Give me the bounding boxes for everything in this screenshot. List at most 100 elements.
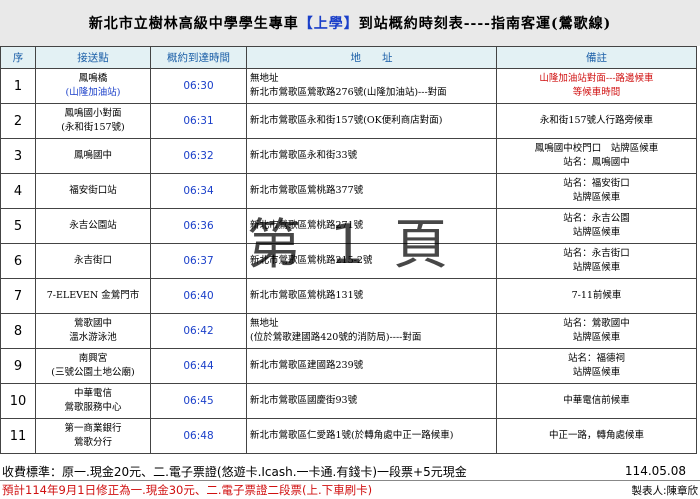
fare-change-notice: 預計114年9月1日修正為一.現金30元、二.電子票證二段票(上.下車刷卡) xyxy=(2,483,373,497)
stop-line: 溫水游泳池 xyxy=(69,332,117,343)
stop-line: 永吉街口 xyxy=(73,255,112,266)
stop-line: 中華電信 xyxy=(73,388,112,399)
fee-standard: 收費標準：原一.現金20元、二.電子票證(悠遊卡.Icash.一卡通.有錢卡)一… xyxy=(2,464,467,479)
stop-line: (永和街157號) xyxy=(61,122,125,133)
row-time: 06:44 xyxy=(150,348,247,384)
table-row: 10 中華電信 鶯歌服務中心 06:45 新北市鶯歌區國慶街93號 中華電信前候車 xyxy=(0,383,697,419)
table-row: 11 第一商業銀行 鶯歌分行 06:48 新北市鶯歌區仁愛路1號(於轉角處中正一路候車)… xyxy=(0,418,697,454)
row-seq: 11 xyxy=(0,418,36,454)
table-row: 5 永吉公園站 06:36 新北市鶯歌區鶯桃路271號 站名：永吉公園 站牌區候車 xyxy=(0,208,697,244)
row-note: 站名：福德祠 站牌區候車 xyxy=(496,348,697,384)
row-time: 06:48 xyxy=(150,418,247,454)
stop-line: 鳳鳴國小對面 xyxy=(64,108,122,119)
note-line: 中華電信前候車 xyxy=(563,395,630,406)
table-row: 2 鳳鳴國小對面 (永和街157號) 06:31 新北市鶯歌區永和街157號(OK便利商… xyxy=(0,103,697,139)
addr-line: 新北市鶯歌區仁愛路1號(於轉角處中正一路候車) xyxy=(250,430,454,441)
row-stop: 鳳鳴國中 xyxy=(35,138,151,174)
row-stop: 南興宮 (三號公園土地公廟) xyxy=(35,348,151,384)
stop-line: 7-ELEVEN 金鶯門市 xyxy=(46,290,140,301)
row-note: 山隆加油站對面---路邊候車 等候車時間 xyxy=(496,68,697,104)
row-time: 06:45 xyxy=(150,383,247,419)
row-time: 06:37 xyxy=(150,243,247,279)
row-seq: 6 xyxy=(0,243,36,279)
row-note: 站名：福安街口 站牌區候車 xyxy=(496,173,697,209)
note-line: 站牌區候車 xyxy=(572,227,621,238)
title-prefix: 新北市立樹林高級中學學生專車 xyxy=(88,16,299,32)
table-row: 3 鳳鳴國中 06:32 新北市鶯歌區永和街33號 鳳鳴國中校門口 站牌區候車 站名：鳳鳴… xyxy=(0,138,697,174)
header-stop: 接送點 xyxy=(35,46,151,69)
addr-line: 新北市鶯歌區鶯桃路271號 xyxy=(250,220,364,231)
row-note: 7-11前候車 xyxy=(496,278,697,314)
row-time: 06:40 xyxy=(150,278,247,314)
row-stop: 中華電信鶯歌服務中心 xyxy=(35,383,151,419)
stop-line: 南興宮 xyxy=(78,353,108,364)
header-row: 序 接送點 概約到達時間 地 址 備註 xyxy=(0,46,697,69)
stop-line: 福安街口站 xyxy=(69,185,117,196)
stop-line: (三號公園土地公廟) xyxy=(51,367,135,378)
row-address: 新北市鶯歌區國慶街93號 xyxy=(246,383,497,419)
note-line: 站牌區候車 xyxy=(572,367,621,378)
row-seq: 3 xyxy=(0,138,36,174)
note-line: 站牌區候車 xyxy=(572,332,621,343)
table-row: 6 永吉街口 06:37 新北市鶯歌區鶯桃路215-2號 站名：永吉街口 站牌區候車 xyxy=(0,243,697,279)
row-note: 站名：永吉街口 站牌區候車 xyxy=(496,243,697,279)
row-address: 新北市鶯歌區鶯桃路271號 xyxy=(246,208,497,244)
stop-line: 永吉公園站 xyxy=(69,220,117,231)
revision-date: 114.05.08 xyxy=(624,464,686,478)
note-line: 站名：永吉公園 xyxy=(563,213,630,224)
table-row: 8 鶯歌國中 溫水游泳池 06:42 無地址 (位於鶯歌建國路420號的消防局)----對… xyxy=(0,313,697,349)
row-seq: 4 xyxy=(0,173,36,209)
note-line: 中正一路，轉角處候車 xyxy=(548,430,644,441)
row-stop: 鳳鳴橋 (山隆加油站) xyxy=(35,68,151,104)
header-seq: 序 xyxy=(0,46,36,69)
row-time: 06:36 xyxy=(150,208,247,244)
note-line: 站牌區候車 xyxy=(572,192,621,203)
stop-line: 鶯歌國中 xyxy=(73,318,112,329)
note-line: 站牌區候車 xyxy=(572,262,621,273)
row-note: 鳳鳴國中校門口 站牌區候車 站名：鳳鳴國中 xyxy=(496,138,697,174)
stop-line: 鶯歌服務中心 xyxy=(64,402,122,413)
addr-line: (位於鶯歌建國路420號的消防局)----對面 xyxy=(250,332,422,343)
stop-line: 鶯歌分行 xyxy=(73,437,112,448)
addr-line: 新北市鶯歌區鶯桃路131號 xyxy=(250,290,364,301)
stop-line: 鳳鳴橋 xyxy=(78,73,108,84)
row-seq: 1 xyxy=(0,68,36,104)
row-address: 新北市鶯歌區建國路239號 xyxy=(246,348,497,384)
table-row: 1 鳳鳴橋 (山隆加油站) 06:30 無地址新北市鶯歌區鶯歌路276號(山隆加油站)-… xyxy=(0,68,697,104)
fee-bar: 收費標準：原一.現金20元、二.電子票證(悠遊卡.Icash.一卡通.有錢卡)一… xyxy=(0,462,700,480)
title-route: 指南客運(鶯歌線) xyxy=(491,16,612,32)
note-line: 永和街157號人行路旁候車 xyxy=(539,115,654,126)
row-time: 06:42 xyxy=(150,313,247,349)
note-line: 等候車時間 xyxy=(572,87,621,98)
row-address: 無地址新北市鶯歌區鶯歌路276號(山隆加油站)---對面 xyxy=(246,68,497,104)
row-time: 06:34 xyxy=(150,173,247,209)
row-time: 06:30 xyxy=(150,68,247,104)
addr-line: 新北市鶯歌區建國路239號 xyxy=(250,360,364,371)
row-stop: 鳳鳴國小對面 (永和街157號) xyxy=(35,103,151,139)
note-line: 站名：福德祠 xyxy=(567,353,625,364)
header-time: 概約到達時間 xyxy=(150,46,247,69)
row-seq: 8 xyxy=(0,313,36,349)
stop-line: 第一商業銀行 xyxy=(64,423,122,434)
row-address: 新北市鶯歌區鶯桃路215-2號 xyxy=(246,243,497,279)
row-note: 中正一路，轉角處候車 xyxy=(496,418,697,454)
row-stop: 鶯歌國中 溫水游泳池 xyxy=(35,313,151,349)
note-line: 站名：永吉街口 xyxy=(563,248,630,259)
header-note: 備註 xyxy=(496,46,697,69)
addr-line: 無地址 xyxy=(250,73,279,84)
addr-line: 新北市鶯歌區鶯歌路276號(山隆加油站)---對面 xyxy=(250,87,447,98)
row-time: 06:32 xyxy=(150,138,247,174)
row-address: 新北市鶯歌區永和街33號 xyxy=(246,138,497,174)
row-stop: 7-ELEVEN 金鶯門市 xyxy=(35,278,151,314)
row-stop: 第一商業銀行 鶯歌分行 xyxy=(35,418,151,454)
table-row: 7 7-ELEVEN 金鶯門市 06:40 新北市鶯歌區鶯桃路131號 7-11前候車 xyxy=(0,278,697,314)
row-seq: 9 xyxy=(0,348,36,384)
stop-line: (山隆加油站) xyxy=(65,87,121,98)
title-middle: 到站概約時刻表---- xyxy=(358,16,491,32)
row-note: 永和街157號人行路旁候車 xyxy=(496,103,697,139)
row-note: 站名：鶯歌國中 站牌區候車 xyxy=(496,313,697,349)
row-address: 新北市鶯歌區鶯桃路377號 xyxy=(246,173,497,209)
addr-line: 新北市鶯歌區鶯桃路377號 xyxy=(250,185,364,196)
row-seq: 5 xyxy=(0,208,36,244)
notice-bar: 預計114年9月1日修正為一.現金30元、二.電子票證二段票(上.下車刷卡) 製… xyxy=(0,481,700,499)
